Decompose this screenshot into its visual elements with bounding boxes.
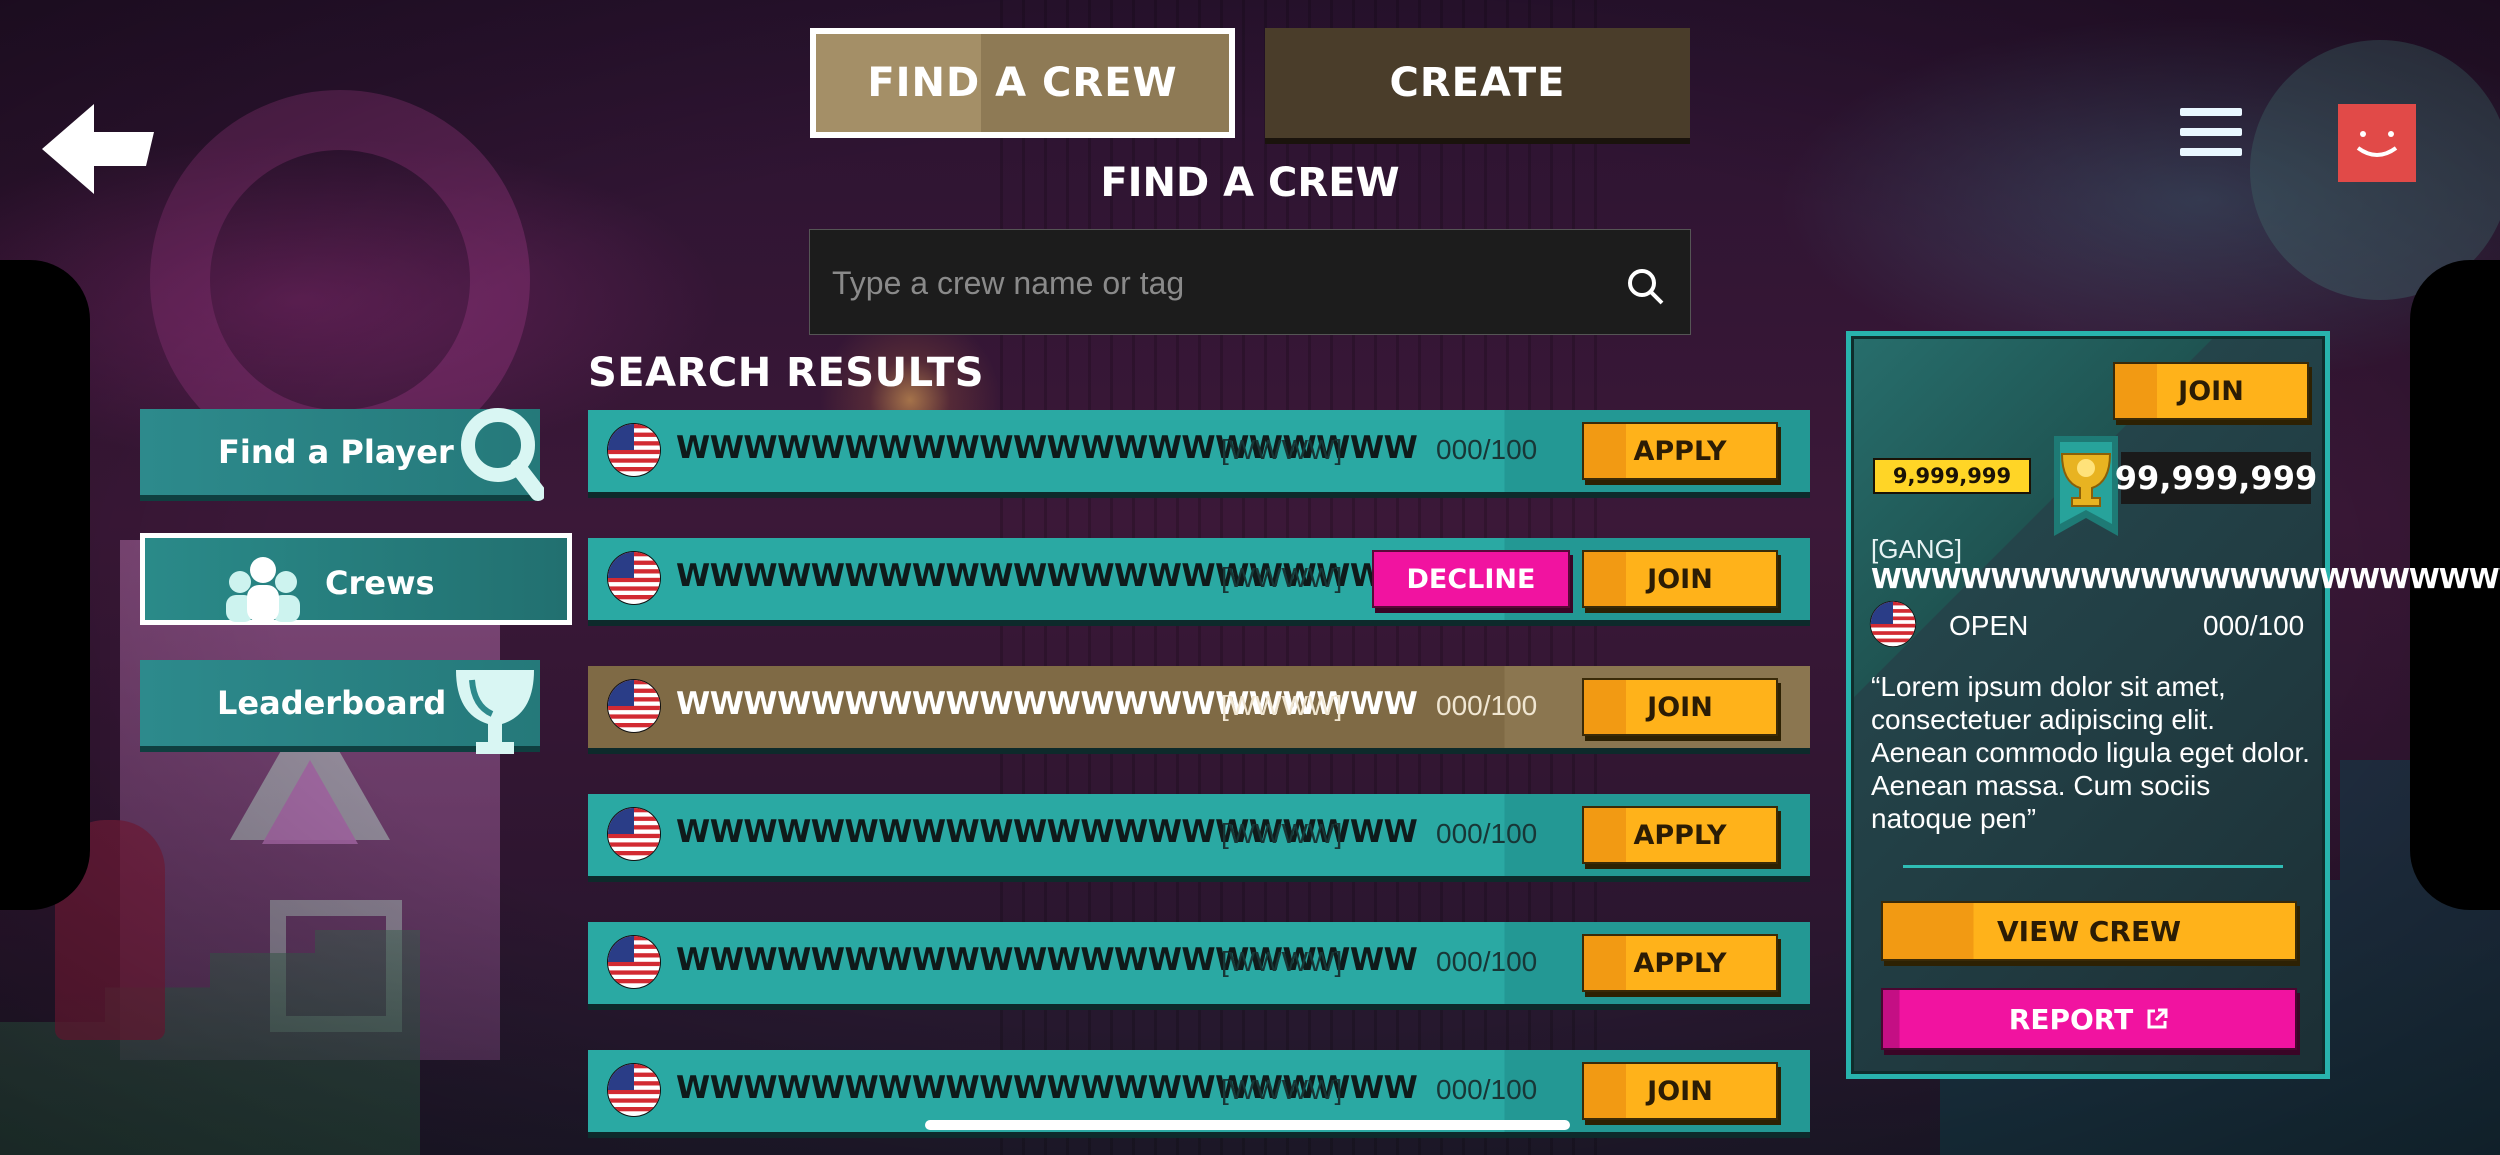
crew-description: “Lorem ipsum dolor sit amet, consectetue…	[1871, 671, 2310, 834]
report-label: REPORT	[2008, 1002, 2134, 1036]
back-arrow-icon	[42, 104, 154, 194]
crew-status: OPEN	[1949, 610, 2029, 641]
crew-people-icon	[226, 557, 300, 622]
crew-tag: [WWWW]	[1221, 946, 1343, 977]
sidebar-item-label: Crews	[325, 564, 435, 602]
member-count: 000/100	[2203, 610, 2305, 641]
crew-search-box[interactable]	[809, 229, 1691, 336]
sidebar-item-leaderboard[interactable]: Leaderboard	[140, 660, 540, 754]
sidebar-item-crews[interactable]: Crews	[140, 533, 572, 625]
home-indicator-bar[interactable]	[925, 1120, 1570, 1130]
tab-create[interactable]: CREATE	[1265, 28, 1690, 138]
sidebar-item-label: Find a Player	[218, 433, 454, 471]
magnifier-icon	[461, 408, 544, 501]
back-button[interactable]	[42, 104, 162, 194]
game-screen: FIND A CREW CREATE FIND A CREW Find a Pl…	[0, 0, 2500, 1155]
page-title: FIND A CREW	[1100, 160, 1400, 206]
crew-detail-panel: JOIN 9,999,999 99,999,999 [GANG] WWWWWWW…	[1846, 331, 2500, 1079]
member-count: 000/100	[1436, 690, 1538, 721]
external-link-icon	[2147, 1008, 2168, 1029]
smiley-face-icon	[2356, 131, 2398, 157]
crew-points-value: 99,999,999	[2115, 452, 2317, 504]
crew-result-row[interactable]: WWWWWWWWWWWWWWWWWWWWWW [WWWW] 000/100 JO…	[588, 666, 1810, 748]
us-flag-icon	[607, 935, 661, 989]
us-flag-icon	[607, 679, 661, 733]
view-crew-label: VIEW CREW	[1997, 914, 2181, 948]
crew-tag: [GANG]	[1871, 534, 1963, 564]
us-flag-icon	[607, 807, 661, 861]
join-button[interactable]: JOIN	[1582, 1062, 1778, 1120]
join-button[interactable]: JOIN	[1582, 550, 1778, 608]
crew-tag: [WWWW]	[1221, 562, 1343, 593]
member-count: 000/100	[1436, 818, 1538, 849]
member-count: 000/100	[1436, 946, 1538, 977]
menu-button[interactable]	[2180, 108, 2242, 164]
crew-score-badge: 9,999,999	[1873, 458, 2031, 494]
crew-result-row[interactable]: WWWWWWWWWWWWWWWWWWWWWW [WWWW] 000/100 AP…	[588, 794, 1810, 876]
crew-result-row[interactable]: WWWWWWWWWWWWWWWWWWWWWW [WWWW] DECLINE JO…	[588, 538, 1810, 620]
us-flag-icon	[607, 423, 661, 477]
crew-result-row[interactable]: WWWWWWWWWWWWWWWWWWWWWW [WWWW] 000/100 AP…	[588, 410, 1810, 492]
crew-result-row[interactable]: WWWWWWWWWWWWWWWWWWWWWW [WWWW] 000/100 AP…	[588, 922, 1810, 1004]
crew-tag: [WWWW]	[1221, 690, 1343, 721]
avatar-button[interactable]	[2338, 104, 2416, 182]
crew-tag: [WWWW]	[1221, 434, 1343, 465]
crew-search-input[interactable]	[830, 230, 1614, 336]
device-bezel-left	[0, 260, 90, 910]
divider	[1903, 865, 2283, 868]
apply-button[interactable]: APPLY	[1582, 806, 1778, 864]
search-icon[interactable]	[1625, 266, 1665, 306]
report-button[interactable]: REPORT	[1881, 988, 2297, 1050]
member-count: 000/100	[1436, 1074, 1538, 1105]
us-flag-icon	[1869, 600, 1917, 648]
apply-button[interactable]: APPLY	[1582, 934, 1778, 992]
sidebar-item-label: Leaderboard	[217, 684, 447, 722]
panel-join-button[interactable]: JOIN	[2113, 362, 2309, 420]
us-flag-icon	[607, 551, 661, 605]
hamburger-icon	[2180, 108, 2242, 156]
join-button[interactable]: JOIN	[1582, 678, 1778, 736]
sidebar-item-find-a-player[interactable]: Find a Player	[140, 408, 544, 501]
member-count: 000/100	[1436, 434, 1538, 465]
trophy-icon	[456, 670, 534, 754]
crew-tag: [WWWW]	[1221, 818, 1343, 849]
us-flag-icon	[607, 1063, 661, 1117]
view-crew-button[interactable]: VIEW CREW	[1881, 901, 2297, 961]
search-results-title: SEARCH RESULTS	[588, 350, 985, 396]
decline-button[interactable]: DECLINE	[1372, 550, 1570, 608]
tab-find-a-crew[interactable]: FIND A CREW	[810, 28, 1235, 138]
crew-tag: [WWWW]	[1221, 1074, 1343, 1105]
apply-button[interactable]: APPLY	[1582, 422, 1778, 480]
crew-name: WWWWWWWWWWWWWWWWWWWWWW	[1871, 562, 2500, 595]
